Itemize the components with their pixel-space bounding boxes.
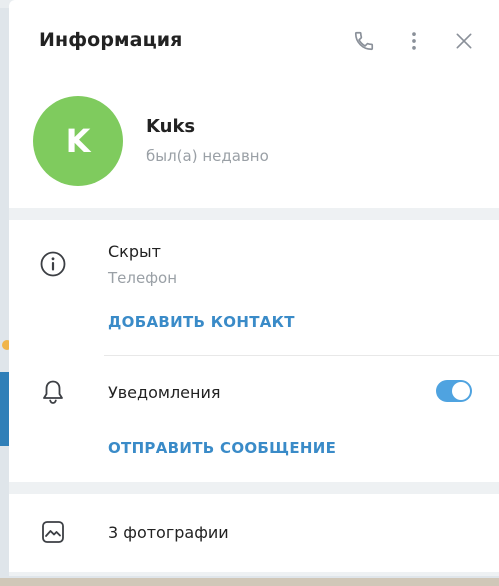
info-row-icon (39, 250, 67, 278)
avatar-initial: K (65, 122, 91, 160)
photos-row-icon (39, 518, 67, 546)
bell-icon (43, 380, 63, 404)
add-contact-link[interactable]: ДОБАВИТЬ КОНТАКТ (108, 313, 295, 331)
user-details-section: Скрыт Телефон ДОБАВИТЬ КОНТАКТ Уведомлен… (9, 220, 499, 482)
notifications-label: Уведомления (108, 383, 221, 402)
info-icon (40, 251, 66, 277)
backdrop-bottom-strip (0, 578, 499, 586)
photo-icon (42, 521, 64, 543)
photos-count-label[interactable]: 3 фотографии (108, 523, 229, 542)
user-info-panel: Информация K Kuks был(а) недавно Скрыт Т… (9, 0, 499, 576)
phone-label: Телефон (108, 269, 178, 287)
shared-media-section: 3 фотографии (9, 494, 499, 572)
notifications-toggle[interactable] (436, 380, 472, 402)
close-button[interactable] (449, 26, 479, 56)
phone-value: Скрыт (108, 242, 161, 261)
more-vertical-icon (412, 32, 416, 50)
call-button[interactable] (349, 26, 379, 56)
notifications-row-icon (39, 378, 67, 406)
toggle-knob (452, 382, 470, 400)
avatar[interactable]: K (33, 96, 123, 186)
send-message-link[interactable]: ОТПРАВИТЬ СООБЩЕНИЕ (108, 439, 336, 457)
panel-title: Информация (39, 29, 183, 51)
user-status: был(а) недавно (146, 147, 269, 165)
profile-header-section: Информация K Kuks был(а) недавно (9, 0, 499, 208)
close-icon (456, 33, 472, 49)
section-divider (104, 355, 499, 356)
more-button[interactable] (399, 26, 429, 56)
phone-icon (354, 31, 374, 51)
user-name: Kuks (146, 116, 196, 137)
